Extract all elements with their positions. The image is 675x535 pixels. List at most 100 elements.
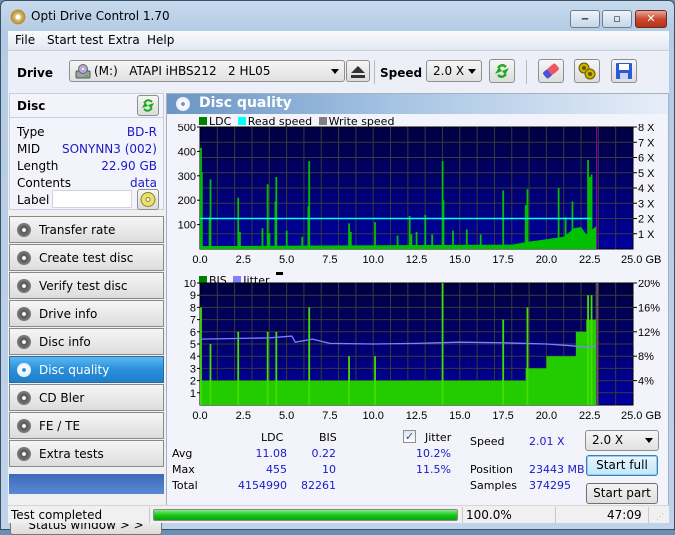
disc-type-key: Type — [17, 125, 45, 139]
nav-item-label: Drive info — [39, 307, 98, 321]
bis-spike — [200, 307, 202, 405]
disc-mid-key: MID — [17, 142, 41, 156]
nav-item-verify-test-disc[interactable]: Verify test disc — [9, 272, 164, 299]
disc-label-key: Label — [17, 193, 50, 207]
title-bar[interactable]: Opti Drive Control 1.70 ‒ ▫ ✕ — [1, 1, 674, 31]
y-right-tick-label: 8% — [638, 351, 654, 363]
panel-title: Disc quality — [199, 95, 292, 111]
refresh-icon — [495, 64, 509, 78]
ldc-spike — [452, 230, 454, 249]
ldc-spike — [261, 228, 264, 249]
maximize-button[interactable]: ▫ — [602, 10, 632, 28]
bis-spike — [308, 307, 311, 405]
close-button[interactable]: ✕ — [635, 10, 667, 28]
resize-grip-icon[interactable]: ⋰ — [656, 512, 664, 521]
bis-spike — [237, 331, 240, 405]
eject-icon — [351, 66, 365, 78]
y-left-tick-label: 5 — [190, 339, 196, 351]
stats-col-ldc: LDC — [261, 431, 284, 444]
x-tick-label: 0.0 — [192, 254, 207, 266]
disc-length-value: 22.90 GB — [101, 159, 157, 173]
save-button[interactable] — [611, 59, 637, 83]
stats-avg-ldc: 11.08 — [255, 447, 288, 460]
eject-button[interactable] — [346, 60, 370, 82]
settings-button[interactable] — [574, 59, 600, 83]
bis-spike — [348, 356, 350, 405]
ldc-spike — [524, 205, 527, 249]
position-label: Position — [470, 463, 513, 476]
close-icon: ✕ — [646, 12, 656, 25]
y-left-tick-label: 7 — [190, 315, 196, 327]
ldc-spike — [465, 229, 468, 249]
nav-disc-icon — [17, 335, 31, 349]
start-part-button[interactable]: Start part — [586, 483, 658, 504]
nav-item-label: Create test disc — [39, 251, 134, 265]
menu-help[interactable]: Help — [147, 33, 174, 47]
disc-label-input[interactable] — [52, 190, 132, 208]
nav-item-extra-tests[interactable]: Extra tests — [9, 440, 164, 467]
settings-icon — [578, 62, 596, 80]
start-full-button[interactable]: Start full — [586, 455, 658, 476]
refresh-icon — [142, 99, 154, 112]
chevron-down-icon — [468, 69, 476, 74]
y-right-tick-label: 2 X — [638, 214, 655, 226]
elapsed-time: 47:09 — [607, 508, 642, 522]
samples-label: Samples — [470, 479, 517, 492]
y-right-tick-label: 6 X — [638, 153, 655, 165]
menu-file[interactable]: File — [15, 33, 35, 47]
disc-header: Disc — [10, 94, 163, 118]
nav-item-drive-info[interactable]: Drive info — [9, 300, 164, 327]
drive-label: Drive — [17, 66, 53, 80]
ldc-spike — [590, 174, 593, 249]
refresh-button[interactable] — [489, 59, 515, 83]
toolbar-separator — [526, 60, 527, 84]
maximize-icon: ▫ — [613, 12, 621, 25]
menu-extra[interactable]: Extra — [108, 33, 140, 47]
disc-label-button[interactable] — [137, 189, 159, 210]
drive-select[interactable]: (M:) ATAPI iHBS212 2 HL05 — [69, 60, 345, 82]
window-title: Opti Drive Control 1.70 — [31, 9, 170, 23]
status-separator — [462, 507, 463, 523]
ldc-spike — [266, 184, 269, 249]
nav-item-transfer-rate[interactable]: Transfer rate — [9, 216, 164, 243]
stats-max-label: Max — [172, 463, 195, 476]
disc-type-value: BD-R — [126, 125, 157, 139]
ldc-spike — [348, 223, 350, 249]
x-tick-label: 15.0 — [449, 410, 470, 422]
nav-item-create-test-disc[interactable]: Create test disc — [9, 244, 164, 271]
erase-button[interactable] — [538, 59, 564, 83]
position-value: 23443 MB — [529, 463, 585, 476]
nav-item-disc-info[interactable]: Disc info — [9, 328, 164, 355]
nav-item-fe-te[interactable]: FE / TE — [9, 412, 164, 439]
speed-value: 2.0 X — [433, 64, 465, 78]
nav-item-label: FE / TE — [39, 419, 81, 433]
y-left-tick-label: 4 — [190, 351, 196, 363]
y-left-tick-label: 1 — [190, 388, 196, 400]
y-right-tick-label: 20% — [638, 280, 660, 290]
nav-disc-icon — [17, 363, 31, 377]
speed-select[interactable]: 2.0 X — [426, 60, 482, 82]
jitter-checkbox[interactable]: ✓ — [403, 430, 416, 443]
nav-item-disc-quality[interactable]: Disc quality — [9, 356, 164, 383]
app-window: Opti Drive Control 1.70 ‒ ▫ ✕ File Start… — [0, 0, 675, 535]
x-tick-label: 25.0 GB — [621, 410, 661, 422]
x-tick-label: 10.0 — [362, 254, 383, 266]
stats-max-ldc: 455 — [266, 463, 287, 476]
nav-disc-icon — [17, 251, 31, 265]
save-icon — [616, 63, 632, 79]
minimize-button[interactable]: ‒ — [570, 10, 600, 28]
nav-item-label: CD Bler — [39, 391, 85, 405]
disc-mid-value: SONYNN3 (002) — [61, 142, 157, 156]
bis-chart: 12345678910 4% 8% 12% 16% 20% 0.0 2.5 5.0 7.5 10.0… — [184, 280, 662, 422]
test-speed-select[interactable]: 2.0 X — [585, 430, 659, 451]
toolbar: Drive (M:) ATAPI iHBS212 2 HL05 Speed 2.… — [8, 52, 669, 92]
ldc-spike — [408, 216, 411, 249]
chevron-down-icon — [645, 438, 653, 443]
menu-start-test[interactable]: Start test — [47, 33, 103, 47]
disc-refresh-button[interactable] — [137, 95, 159, 116]
bis-spike — [374, 356, 376, 405]
erase-icon — [543, 63, 559, 79]
nav-item-label: Transfer rate — [39, 223, 116, 237]
nav-item-cd-bler[interactable]: CD Bler — [9, 384, 164, 411]
nav-disc-icon — [17, 447, 31, 461]
